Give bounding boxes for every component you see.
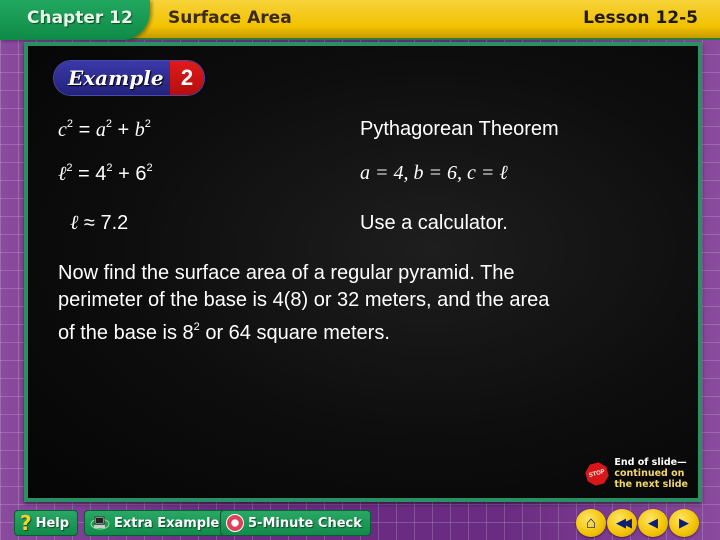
five-minute-check-button[interactable]: 5-Minute Check bbox=[220, 510, 371, 536]
extra-examples-button[interactable]: Extra Examples bbox=[84, 510, 237, 536]
rewind-icon: ◀◀ bbox=[616, 515, 632, 530]
next-icon: ▶ bbox=[679, 515, 689, 530]
plus-sign: + bbox=[117, 119, 130, 141]
approx-sign: ≈ bbox=[83, 212, 95, 234]
previous-slide-button[interactable]: ◀ bbox=[638, 509, 668, 537]
chapter-label: Chapter 12 bbox=[27, 8, 133, 28]
question-mark-icon: ? bbox=[20, 511, 32, 535]
math-base: 8 bbox=[182, 322, 194, 344]
end-of-slide-notice: STOP End of slide— continued on the next… bbox=[586, 457, 688, 490]
exp: 2 bbox=[105, 118, 112, 130]
equation-substitution: ℓ2 = 42 + 62 bbox=[58, 162, 153, 186]
example-number: 2 bbox=[170, 61, 204, 95]
text: or 64 square meters. bbox=[199, 322, 390, 344]
result-value: 7.2 bbox=[100, 212, 129, 234]
previous-icon: ◀ bbox=[648, 515, 658, 530]
example-label: Example bbox=[54, 61, 170, 95]
home-icon: ⌂ bbox=[585, 513, 597, 532]
exp: 2 bbox=[146, 162, 153, 174]
next-slide-button[interactable]: ▶ bbox=[669, 509, 699, 537]
exp: 2 bbox=[66, 162, 73, 174]
five-minute-check-label: 5-Minute Check bbox=[248, 515, 362, 531]
exp: 2 bbox=[66, 118, 74, 130]
note-substitution: a = 4, b = 6, c = ℓ bbox=[360, 162, 508, 184]
exp: 2 bbox=[106, 162, 113, 174]
explanation-paragraph: Now find the surface area of a regular p… bbox=[58, 260, 668, 347]
var-b: b bbox=[134, 119, 145, 141]
paragraph-line: of the base is 82 or 64 square meters. bbox=[58, 314, 668, 347]
example-badge: Example 2 bbox=[54, 61, 204, 95]
stop-sign-icon: STOP bbox=[584, 460, 611, 487]
chalkboard: Example 2 c2 = a2 + b2 Pythagorean Theor… bbox=[24, 42, 702, 502]
var-a: a bbox=[95, 119, 106, 141]
help-label: Help bbox=[35, 515, 70, 531]
end-line: continued on bbox=[614, 468, 685, 479]
num-6: 6 bbox=[135, 163, 147, 185]
plus-sign: + bbox=[118, 163, 130, 185]
header-bar: Chapter 12 Surface Area Lesson 12-5 bbox=[0, 0, 720, 40]
note-pythagorean: Pythagorean Theorem bbox=[360, 118, 559, 140]
equals-sign: = bbox=[78, 163, 90, 185]
text: of the base is bbox=[58, 322, 183, 344]
first-slide-button[interactable]: ◀◀ bbox=[607, 509, 637, 537]
math-expression: 4(8) bbox=[272, 289, 309, 311]
topic-label: Surface Area bbox=[168, 8, 292, 28]
home-button[interactable]: ⌂ bbox=[576, 509, 606, 537]
exp: 2 bbox=[144, 118, 151, 130]
extra-examples-label: Extra Examples bbox=[114, 515, 228, 531]
end-of-slide-text: End of slide— continued on the next slid… bbox=[614, 457, 688, 490]
chapter-tab: Chapter 12 bbox=[0, 0, 150, 40]
stopwatch-icon bbox=[226, 514, 244, 532]
equation-pythagorean: c2 = a2 + b2 bbox=[58, 118, 151, 142]
note-calculator: Use a calculator. bbox=[360, 212, 508, 234]
text: perimeter of the base is bbox=[58, 289, 273, 311]
lesson-label: Lesson 12-5 bbox=[583, 8, 698, 28]
computer-icon bbox=[90, 514, 110, 532]
paragraph-line: perimeter of the base is 4(8) or 32 mete… bbox=[58, 287, 668, 314]
end-line: End of slide— bbox=[614, 457, 687, 468]
var-l: ℓ bbox=[70, 212, 79, 234]
num-4: 4 bbox=[95, 163, 107, 185]
help-button[interactable]: ? Help bbox=[14, 510, 79, 536]
end-line: the next slide bbox=[614, 479, 688, 490]
slide-content: Example 2 c2 = a2 + b2 Pythagorean Theor… bbox=[28, 46, 698, 498]
equals-sign: = bbox=[78, 119, 91, 141]
equation-result: ℓ ≈ 7.2 bbox=[70, 212, 128, 235]
var-c: c bbox=[58, 119, 67, 141]
text: or 32 meters, and the area bbox=[308, 289, 550, 311]
paragraph-line: Now find the surface area of a regular p… bbox=[58, 262, 515, 284]
